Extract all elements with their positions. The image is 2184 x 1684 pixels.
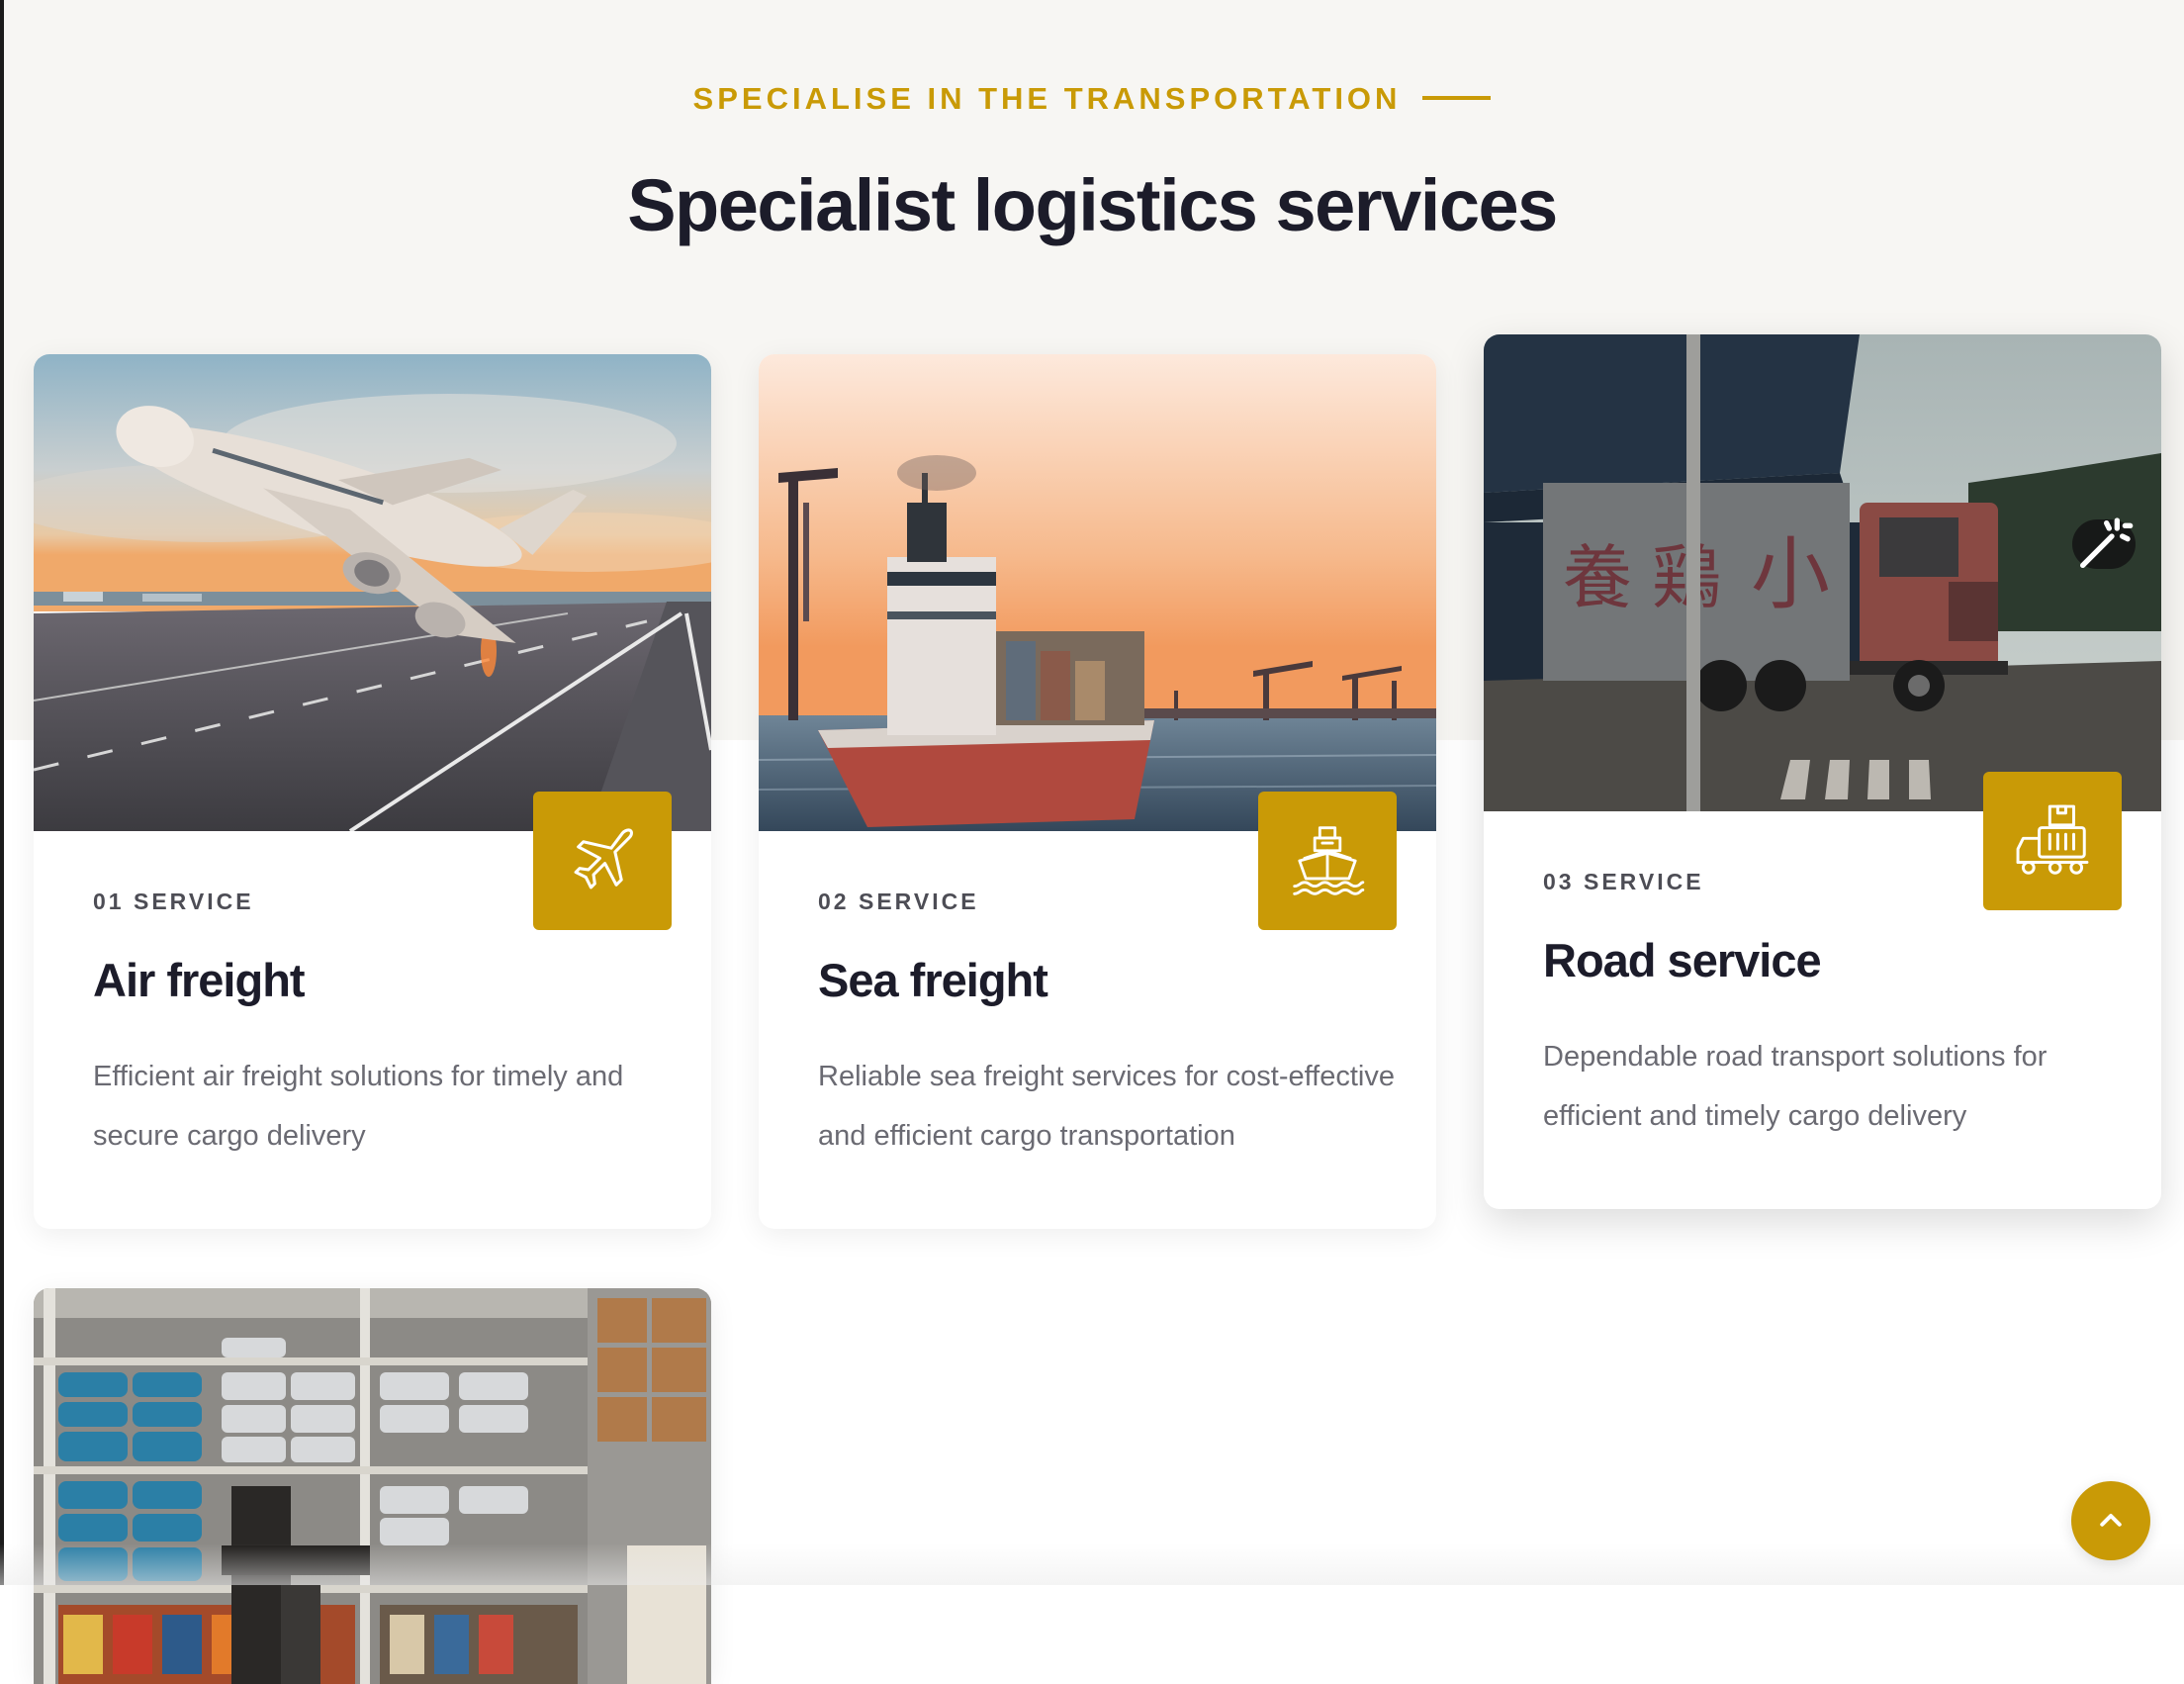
service-title[interactable]: Sea freight [818, 953, 1048, 1007]
service-card-warehouse[interactable] [34, 1288, 711, 1684]
service-number: 02 SERVICE [818, 889, 979, 914]
service-number: 03 SERVICE [1543, 869, 1704, 894]
service-description: Efficient air freight solutions for time… [93, 1061, 624, 1152]
delivery-truck-icon [2016, 804, 2089, 875]
section-eyebrow: SPECIALISE IN THE TRANSPORTATION [0, 81, 2184, 117]
road-service-icon-box [1983, 772, 2122, 910]
warehouse-photo [34, 1288, 711, 1684]
sea-freight-icon-box [1258, 792, 1397, 930]
truck-photo: 養 鶏 小 [1484, 334, 2161, 811]
cargo-ship-photo [759, 354, 1436, 831]
section-heading: Specialist logistics services [627, 164, 1558, 246]
magic-wand-icon [2080, 517, 2134, 568]
eyebrow-text: SPECIALISE IN THE TRANSPORTATION [692, 81, 1402, 116]
service-card-air-freight[interactable]: 01 SERVICE Air freight Efficient air fre… [34, 354, 711, 1229]
service-card-road-service[interactable]: 養 鶏 小 [1484, 334, 2161, 1209]
image-magic-wand-button[interactable] [2072, 517, 2136, 569]
service-description: Reliable sea freight services for cost-e… [818, 1061, 1395, 1152]
chevron-up-icon [2100, 1514, 2122, 1527]
svg-text:養: 養 [1563, 537, 1632, 618]
ship-icon [1293, 826, 1365, 895]
svg-text:小: 小 [1751, 528, 1830, 620]
scroll-to-top-button[interactable] [2071, 1481, 2150, 1560]
airplane-icon [574, 828, 634, 889]
air-freight-icon-box [533, 792, 672, 930]
airplane-takeoff-photo [34, 354, 711, 831]
service-description: Dependable road transport solutions for … [1543, 1041, 2048, 1132]
service-number: 01 SERVICE [93, 889, 254, 914]
service-title[interactable]: Air freight [93, 953, 306, 1007]
service-title[interactable]: Road service [1543, 933, 1822, 987]
service-card-sea-freight[interactable]: 02 SERVICE Sea freight Reliable sea frei… [759, 354, 1436, 1229]
eyebrow-dash [1422, 95, 1492, 100]
bottom-fade [0, 1544, 2184, 1585]
